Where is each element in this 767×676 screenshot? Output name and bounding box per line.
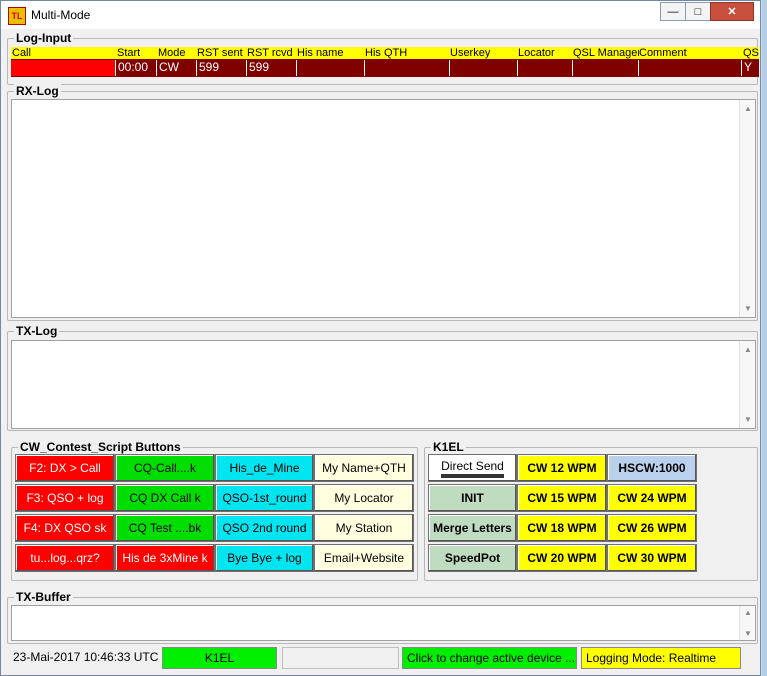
minimize-icon[interactable]: — bbox=[660, 2, 686, 21]
userkey-field[interactable] bbox=[450, 60, 518, 76]
start-field[interactable]: 00:00 bbox=[116, 60, 157, 76]
cw-script-buttons-label: CW_Contest_Script Buttons bbox=[18, 440, 183, 454]
tx-buffer-scrollbar[interactable]: ▲ ▼ bbox=[739, 606, 755, 640]
cq-dx-call-button[interactable]: CQ DX Call k bbox=[115, 484, 215, 512]
qso-1st-round-button[interactable]: QSO-1st_round bbox=[215, 484, 314, 512]
f3-qso-log-button[interactable]: F3: QSO + log bbox=[15, 484, 115, 512]
comment-field[interactable] bbox=[639, 60, 742, 76]
init-button[interactable]: INIT bbox=[428, 484, 517, 512]
mode-field[interactable]: CW bbox=[157, 60, 197, 76]
tu-log-qrz-button[interactable]: tu...log...qrz? bbox=[15, 544, 115, 572]
my-locator-button[interactable]: My Locator bbox=[314, 484, 414, 512]
col-qsl-manager: QSL Manager bbox=[573, 47, 639, 59]
qso-2nd-round-button[interactable]: QSO 2nd round bbox=[215, 514, 314, 542]
his-de-mine-button[interactable]: His_de_Mine bbox=[215, 454, 314, 482]
qs-field[interactable]: Y bbox=[742, 60, 759, 76]
rx-log-label: RX-Log bbox=[14, 84, 61, 98]
window-controls: — □ ✕ bbox=[660, 2, 754, 21]
cw-20-wpm-button[interactable]: CW 20 WPM bbox=[517, 544, 607, 572]
log-input-row: 00:00 CW 599 599 Y bbox=[11, 59, 759, 77]
main-window: TL Multi-Mode — □ ✕ Log-Input Call Start… bbox=[0, 0, 761, 676]
call-field[interactable] bbox=[11, 60, 116, 76]
col-mode: Mode bbox=[158, 47, 186, 59]
maximize-icon[interactable]: □ bbox=[685, 2, 711, 21]
his-qth-field[interactable] bbox=[365, 60, 450, 76]
col-his-name: His name bbox=[297, 47, 344, 59]
col-locator: Locator bbox=[518, 47, 555, 59]
title-bar[interactable]: TL Multi-Mode — □ ✕ bbox=[1, 1, 760, 29]
cw-24-wpm-button[interactable]: CW 24 WPM bbox=[607, 484, 697, 512]
col-rst-rcvd: RST rcvd bbox=[247, 47, 293, 59]
log-input-header: Call Start Mode RST sent RST rcvd His na… bbox=[11, 47, 759, 59]
cw-12-wpm-button[interactable]: CW 12 WPM bbox=[517, 454, 607, 482]
cq-test-button[interactable]: CQ Test ....bk bbox=[115, 514, 215, 542]
rst-rcvd-field[interactable]: 599 bbox=[247, 60, 297, 76]
rx-log-area[interactable]: ▲ ▼ bbox=[11, 99, 756, 318]
cw-26-wpm-button[interactable]: CW 26 WPM bbox=[607, 514, 697, 542]
my-station-button[interactable]: My Station bbox=[314, 514, 414, 542]
col-userkey: Userkey bbox=[450, 47, 491, 59]
cw-15-wpm-button[interactable]: CW 15 WPM bbox=[517, 484, 607, 512]
cq-call-button[interactable]: CQ-Call....k bbox=[115, 454, 215, 482]
cw-30-wpm-button[interactable]: CW 30 WPM bbox=[607, 544, 697, 572]
status-change-device[interactable]: Click to change active device ... bbox=[402, 647, 577, 669]
app-logo-icon: TL bbox=[8, 7, 26, 25]
log-input-label: Log-Input bbox=[14, 31, 74, 45]
tx-log-scrollbar[interactable]: ▲ ▼ bbox=[739, 341, 755, 428]
speedpot-button[interactable]: SpeedPot bbox=[428, 544, 517, 572]
rst-sent-field[interactable]: 599 bbox=[197, 60, 247, 76]
col-call: Call bbox=[12, 47, 31, 59]
status-blank bbox=[282, 647, 399, 669]
status-logging-mode: Logging Mode: Realtime bbox=[581, 647, 741, 669]
rx-log-scrollbar[interactable]: ▲ ▼ bbox=[739, 100, 755, 317]
direct-send-button[interactable]: Direct Send bbox=[428, 454, 517, 482]
scroll-up-icon[interactable]: ▲ bbox=[744, 104, 752, 113]
window-title: Multi-Mode bbox=[31, 8, 91, 22]
f4-dx-qso-sk-button[interactable]: F4: DX QSO sk bbox=[15, 514, 115, 542]
email-website-button[interactable]: Email+Website bbox=[314, 544, 414, 572]
scroll-down-icon[interactable]: ▼ bbox=[744, 415, 752, 424]
window-edge bbox=[762, 0, 767, 676]
my-name-qth-button[interactable]: My Name+QTH bbox=[314, 454, 414, 482]
his-de-3x-mine-button[interactable]: His de 3xMine k bbox=[115, 544, 215, 572]
tx-buffer-input[interactable]: ▲ ▼ bbox=[11, 605, 756, 641]
bye-bye-log-button[interactable]: Bye Bye + log bbox=[215, 544, 314, 572]
col-qs: QS bbox=[743, 47, 759, 59]
tx-log-area[interactable]: ▲ ▼ bbox=[11, 340, 756, 429]
qsl-manager-field[interactable] bbox=[573, 60, 639, 76]
status-datetime: 23-Mai-2017 10:46:33 UTC bbox=[13, 650, 159, 664]
tx-buffer-label: TX-Buffer bbox=[14, 590, 73, 604]
hscw-1000-button[interactable]: HSCW:1000 bbox=[607, 454, 697, 482]
scroll-up-icon[interactable]: ▲ bbox=[744, 608, 752, 617]
col-start: Start bbox=[117, 47, 141, 59]
direct-send-label: Direct Send bbox=[441, 459, 504, 478]
cw-18-wpm-button[interactable]: CW 18 WPM bbox=[517, 514, 607, 542]
tx-log-label: TX-Log bbox=[14, 324, 60, 338]
his-name-field[interactable] bbox=[297, 60, 365, 76]
scroll-down-icon[interactable]: ▼ bbox=[744, 629, 752, 638]
scroll-up-icon[interactable]: ▲ bbox=[744, 345, 752, 354]
col-his-qth: His QTH bbox=[365, 47, 408, 59]
k1el-label: K1EL bbox=[431, 440, 466, 454]
col-rst-sent: RST sent bbox=[197, 47, 243, 59]
status-device[interactable]: K1EL bbox=[162, 647, 277, 669]
locator-field[interactable] bbox=[518, 60, 573, 76]
close-icon[interactable]: ✕ bbox=[710, 2, 754, 21]
merge-letters-button[interactable]: Merge Letters bbox=[428, 514, 517, 542]
col-comment: Comment bbox=[639, 47, 687, 59]
f2-dx-call-button[interactable]: F2: DX > Call bbox=[15, 454, 115, 482]
scroll-down-icon[interactable]: ▼ bbox=[744, 304, 752, 313]
